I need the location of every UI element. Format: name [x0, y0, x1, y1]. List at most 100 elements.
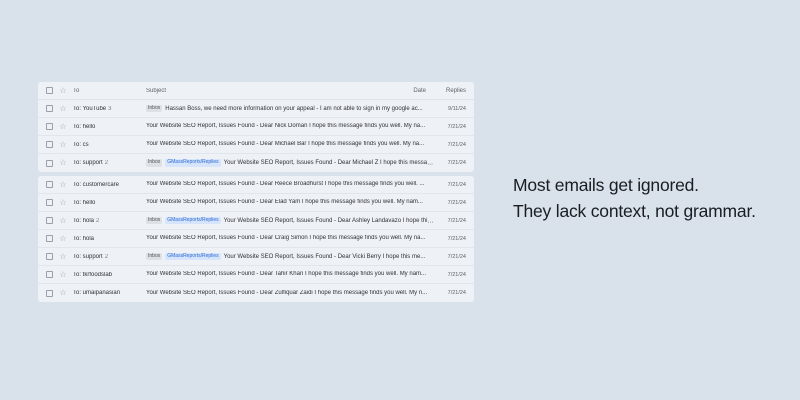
inbox-badge[interactable]: Inbox	[146, 159, 163, 167]
subject-text: Your Website SEO Report, Issues Found - …	[223, 217, 436, 224]
star-button[interactable]: ☆	[58, 197, 68, 207]
subject-text: Hassan Boss, we need more information on…	[165, 105, 423, 112]
checkbox-icon	[45, 87, 53, 94]
email-row[interactable]: ☆ To: YouTube 3 Inbox Hassan Boss, we need m…	[38, 100, 474, 118]
subject-cell: Inbox GMassReports/Replies Your Website SE…	[145, 252, 436, 261]
date: 7/21/24	[447, 271, 466, 278]
subject-text: Your Website SEO Report, Issues Found - …	[146, 235, 426, 242]
checkbox-icon	[45, 235, 53, 242]
checkbox-icon	[45, 289, 53, 297]
email-row[interactable]: ☆ To: customercare Your Website SEO Report…	[38, 176, 474, 194]
star-button[interactable]: ☆	[58, 104, 68, 113]
recipient: To: hola 2	[73, 218, 145, 224]
list-header: ☆ To Subject Date Replies	[38, 82, 474, 100]
checkbox-icon	[45, 253, 53, 260]
subject-cell: Inbox GMassReports/Replies Your Website SE…	[145, 159, 436, 167]
row-checkbox[interactable]	[45, 181, 53, 188]
date: 7/21/24	[447, 235, 466, 242]
recipient: To: support 2	[73, 160, 145, 166]
star-button[interactable]: ☆	[58, 216, 68, 225]
inbox-badge[interactable]: Inbox	[146, 104, 163, 113]
checkbox-icon	[45, 217, 53, 224]
date: 7/21/24	[447, 123, 466, 130]
star-button[interactable]: ☆	[58, 233, 68, 243]
star-icon: ☆	[59, 288, 67, 297]
label-badge[interactable]: GMassReports/Replies	[165, 159, 221, 167]
checkbox-icon	[45, 105, 53, 112]
subject-text: Your Website SEO Report, Issues Found - …	[223, 160, 436, 166]
tagline: Most emails get ignored. They lack conte…	[513, 172, 793, 224]
tagline-line-1: Most emails get ignored.	[513, 175, 699, 195]
header-subject: Subject	[146, 87, 167, 94]
email-row[interactable]: ☆ To: hello Your Website SEO Report, Issue…	[38, 194, 474, 212]
recipient: To: hello	[73, 124, 145, 130]
star-button[interactable]: ☆	[58, 139, 68, 149]
email-group-2: ☆ To: customercare Your Website SEO Report…	[38, 176, 474, 302]
star-header: ☆	[58, 86, 68, 95]
label-badge[interactable]: GMassReports/Replies	[165, 252, 221, 261]
row-checkbox[interactable]	[45, 217, 53, 224]
checkbox-icon	[45, 271, 53, 278]
row-checkbox[interactable]	[45, 253, 53, 260]
subject-text: Your Website SEO Report, Issues Found - …	[223, 253, 426, 260]
checkbox-icon	[45, 181, 53, 188]
tagline-line-2: They lack context, not grammar.	[513, 201, 756, 221]
recipient-text: To: support	[73, 253, 103, 260]
checkbox-icon	[45, 159, 53, 167]
row-checkbox[interactable]	[45, 289, 53, 297]
star-button[interactable]: ☆	[58, 180, 68, 189]
star-button[interactable]: ☆	[58, 270, 68, 279]
inbox-badge[interactable]: Inbox	[146, 252, 163, 261]
recipient: To: cs	[73, 142, 145, 148]
recipient-text: To: umaipanasian	[73, 290, 121, 296]
email-row[interactable]: ☆ To: cs Your Website SEO Report, Issues F…	[38, 136, 474, 154]
label-badge[interactable]: GMassReports/Replies	[165, 216, 221, 225]
row-checkbox[interactable]	[45, 235, 53, 242]
row-checkbox[interactable]	[45, 105, 53, 112]
email-row[interactable]: ☆ To: hola Your Website SEO Report, Issues…	[38, 230, 474, 248]
recipient-text: To: YouTube	[73, 105, 107, 112]
subject-cell: Your Website SEO Report, Issues Found - …	[145, 235, 436, 242]
email-group-1: ☆ To Subject Date Replies ☆ To: YouTube 3 I…	[38, 82, 474, 172]
recipient: To: support 2	[73, 254, 145, 260]
thread-count: 2	[104, 160, 109, 166]
row-checkbox[interactable]	[45, 123, 53, 130]
row-checkbox[interactable]	[45, 271, 53, 278]
recipient-text: To: cs	[73, 141, 89, 148]
star-button[interactable]: ☆	[58, 159, 68, 167]
recipient-text: To: hello	[73, 123, 96, 130]
star-icon: ☆	[59, 197, 67, 207]
header-replies: Replies	[445, 87, 466, 94]
subject-cell: Inbox Hassan Boss, we need more informati…	[145, 104, 436, 113]
subject-cell: Your Website SEO Report, Issues Found - …	[145, 181, 436, 188]
inbox-badge[interactable]: Inbox	[146, 216, 163, 225]
star-icon: ☆	[59, 139, 67, 149]
date: 7/21/24	[447, 199, 466, 206]
star-button[interactable]: ☆	[58, 252, 68, 261]
checkbox-icon	[45, 123, 53, 130]
row-checkbox[interactable]	[45, 199, 53, 206]
email-row[interactable]: ☆ To: support 2 Inbox GMassReports/Replies Yo…	[38, 248, 474, 266]
email-row[interactable]: ☆ To: support 2 Inbox GMassReports/Replies Yo…	[38, 154, 474, 172]
subject-text: Your Website SEO Report, Issues Found - …	[146, 199, 423, 206]
recipient-text: To: customercare	[73, 181, 120, 188]
recipient: To: YouTube 3	[73, 106, 145, 112]
date: 7/21/24	[447, 253, 466, 260]
star-icon: ☆	[59, 233, 67, 243]
row-checkbox[interactable]	[45, 159, 53, 167]
email-row[interactable]: ☆ To: umaipanasian Your Website SEO Report…	[38, 284, 474, 302]
star-icon: ☆	[59, 121, 67, 131]
email-row[interactable]: ☆ To: hello Your Website SEO Report, Issue…	[38, 118, 474, 136]
thread-count: 2	[104, 253, 109, 260]
star-button[interactable]: ☆	[58, 289, 68, 297]
recipient: To: customercare	[73, 182, 145, 188]
row-checkbox[interactable]	[45, 141, 53, 148]
email-row[interactable]: ☆ To: hola 2 Inbox GMassReports/Replies Your …	[38, 212, 474, 230]
recipient: To: umaipanasian	[73, 290, 145, 296]
recipient: To: hola	[73, 236, 145, 242]
star-button[interactable]: ☆	[58, 121, 68, 131]
select-all-checkbox[interactable]	[45, 87, 53, 94]
recipient-text: To: hola	[73, 235, 95, 242]
email-row[interactable]: ☆ To: tkrfoodslab Your Website SEO Report,…	[38, 266, 474, 284]
recipient: To: tkrfoodslab	[73, 272, 145, 278]
